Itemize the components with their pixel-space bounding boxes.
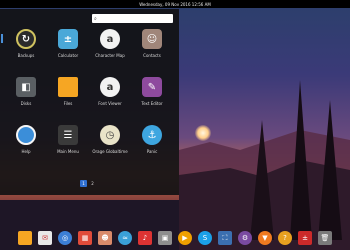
trash-icon[interactable]: 🗑 xyxy=(318,231,332,245)
panel-clock[interactable]: Wednesday, 09 Nov 2016 12:56 AM xyxy=(139,2,211,7)
help-icon[interactable]: ? xyxy=(278,231,292,245)
app-files[interactable]: Files xyxy=(47,77,89,119)
screenshot-icon[interactable]: ⛶ xyxy=(218,231,232,245)
app-main-menu[interactable]: ☰ Main Menu xyxy=(47,125,89,167)
app-launcher: ⌕ ↻ Backups ± Calculator a Character Map… xyxy=(0,9,179,195)
text-editor-icon: ✎ xyxy=(142,77,162,97)
web-browser-icon[interactable]: ◎ xyxy=(58,231,72,245)
search-icon: ⌕ xyxy=(94,15,97,22)
app-panic[interactable]: ⚓ Panic xyxy=(131,125,173,167)
app-font-viewer[interactable]: a Font Viewer xyxy=(89,77,131,119)
disks-icon: ◧ xyxy=(16,77,36,97)
calculator-icon[interactable]: ± xyxy=(298,231,312,245)
contacts-icon: ☺ xyxy=(142,29,162,49)
music-icon[interactable]: ♪ xyxy=(138,231,152,245)
app-help[interactable]: Help xyxy=(5,125,47,167)
calendar-icon[interactable]: ▦ xyxy=(78,231,92,245)
app-orage-globaltime[interactable]: ◷ Orage Globaltime xyxy=(89,125,131,167)
category-indicator xyxy=(1,34,3,43)
page-1-button[interactable]: 1 xyxy=(80,180,87,187)
calculator-icon: ± xyxy=(58,29,78,49)
app-disks[interactable]: ◧ Disks xyxy=(5,77,47,119)
skype-icon[interactable]: S xyxy=(198,231,212,245)
app-character-map[interactable]: a Character Map xyxy=(89,29,131,71)
photo-viewer-icon[interactable]: ▣ xyxy=(158,231,172,245)
backup-icon: ↻ xyxy=(16,29,36,49)
anchor-icon: ⚓ xyxy=(142,125,162,145)
app-backups[interactable]: ↻ Backups xyxy=(5,29,47,71)
search-input[interactable]: ⌕ xyxy=(92,14,173,23)
help-icon xyxy=(16,125,36,145)
folder-icon xyxy=(58,77,78,97)
dock: ✉ ◎ ▦ ☻ ≈ ♪ ▣ ▶ S ⛶ ⚙ ▼ ? ± 🗑 xyxy=(18,228,332,248)
app-text-editor[interactable]: ✎ Text Editor xyxy=(131,77,173,119)
clock-icon: ◷ xyxy=(100,125,120,145)
settings-icon[interactable]: ⚙ xyxy=(238,231,252,245)
folder-icon[interactable] xyxy=(18,231,32,245)
mail-icon[interactable]: ✉ xyxy=(38,231,52,245)
character-map-icon: a xyxy=(100,29,120,49)
font-viewer-icon: a xyxy=(100,77,120,97)
app-contacts[interactable]: ☺ Contacts xyxy=(131,29,173,71)
top-panel: Wednesday, 09 Nov 2016 12:56 AM xyxy=(0,0,350,8)
page-2-button[interactable]: 2 xyxy=(89,180,96,187)
app-calculator[interactable]: ± Calculator xyxy=(47,29,89,71)
software-center-icon[interactable]: ▼ xyxy=(258,231,272,245)
media-player-icon[interactable]: ▶ xyxy=(178,231,192,245)
main-menu-icon: ☰ xyxy=(58,125,78,145)
photos-icon[interactable]: ☻ xyxy=(98,231,112,245)
video-icon[interactable]: ≈ xyxy=(118,231,132,245)
page-switcher: 1 2 xyxy=(80,180,96,187)
